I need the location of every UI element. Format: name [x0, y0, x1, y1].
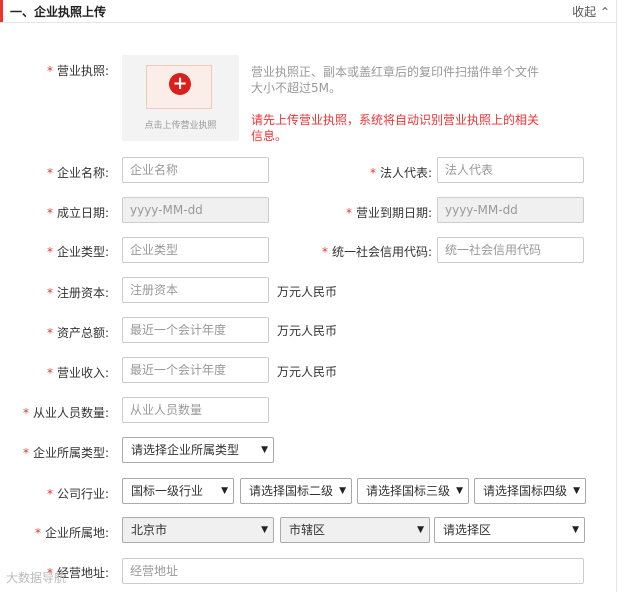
province-select[interactable]: 北京市 ▼: [122, 517, 274, 543]
district-select[interactable]: 请选择区 ▼: [434, 517, 585, 543]
license-label: * 营业执照:: [46, 64, 109, 78]
section-title: 一、企业执照上传: [10, 5, 107, 19]
dropdown-arrow-icon[interactable]: ▼: [456, 479, 463, 503]
dropdown-arrow-icon[interactable]: ▼: [261, 438, 268, 462]
revenue-unit: 万元人民币: [277, 365, 338, 379]
employees-input[interactable]: 从业人员数量: [122, 397, 269, 423]
license-upload[interactable]: + 点击上传营业执照: [122, 55, 239, 141]
industry-level3-select[interactable]: 请选择国标三级 ▼: [357, 478, 469, 504]
expire-date-input[interactable]: yyyy-MM-dd: [437, 197, 584, 223]
industry-level1-select[interactable]: 国标一级行业 ▼: [122, 478, 234, 504]
reg-capital-unit: 万元人民币: [277, 285, 338, 299]
dropdown-arrow-icon[interactable]: ▼: [339, 479, 346, 503]
industry-level4-value[interactable]: 请选择国标四级: [483, 484, 567, 498]
address-input[interactable]: 经营地址: [122, 558, 584, 584]
watermark-text: 大数据导航: [6, 571, 67, 585]
employees-label: * 从业人员数量:: [22, 406, 109, 420]
total-assets-input[interactable]: 最近一个会计年度: [122, 317, 269, 343]
dropdown-arrow-icon[interactable]: ▼: [221, 479, 228, 503]
industry-level3-value[interactable]: 请选择国标三级: [366, 484, 450, 498]
industry-level2-select[interactable]: 请选择国标二级 ▼: [240, 478, 352, 504]
section-accent-bar: [0, 0, 3, 22]
legal-rep-label: * 法人代表:: [369, 166, 432, 180]
enterprise-category-select[interactable]: 请选择企业所属类型 ▼: [122, 437, 274, 463]
company-type-input[interactable]: 企业类型: [122, 237, 269, 263]
credit-code-input[interactable]: 统一社会信用代码: [437, 237, 584, 263]
dropdown-arrow-icon[interactable]: ▼: [572, 518, 579, 542]
city-select[interactable]: 市辖区 ▼: [280, 517, 430, 543]
expire-date-label: * 营业到期日期:: [345, 206, 432, 220]
enterprise-category-label: * 企业所属类型:: [22, 446, 109, 460]
industry-label: * 公司行业:: [46, 487, 109, 501]
company-name-input[interactable]: 企业名称: [122, 157, 269, 183]
dropdown-arrow-icon[interactable]: ▼: [261, 518, 268, 542]
reg-capital-input[interactable]: 注册资本: [122, 277, 269, 303]
district-value[interactable]: 请选择区: [443, 523, 491, 537]
panel-border: [616, 0, 617, 592]
credit-code-label: * 统一社会信用代码:: [321, 245, 432, 259]
upload-warning: 请先上传营业执照，系统将自动识别营业执照上的相关信息。: [251, 113, 540, 143]
upload-tip: 营业执照正、副本或盖红章后的复印件扫描件单个文件大小不超过5M。: [251, 65, 540, 95]
industry-level1-value[interactable]: 国标一级行业: [131, 484, 203, 498]
found-date-input[interactable]: yyyy-MM-dd: [122, 197, 269, 223]
plus-icon[interactable]: +: [169, 73, 191, 95]
legal-rep-input[interactable]: 法人代表: [437, 157, 584, 183]
company-type-label: * 企业类型:: [46, 245, 109, 259]
dropdown-arrow-icon[interactable]: ▼: [417, 518, 424, 542]
chevron-up-icon[interactable]: ⌃: [600, 5, 610, 19]
revenue-label: * 营业收入:: [46, 366, 109, 380]
industry-level2-value[interactable]: 请选择国标二级: [249, 484, 333, 498]
total-assets-label: * 资产总额:: [46, 326, 109, 340]
city-value[interactable]: 市辖区: [289, 523, 325, 537]
revenue-input[interactable]: 最近一个会计年度: [122, 357, 269, 383]
section-header: 一、企业执照上传 收起 ⌃: [0, 0, 616, 23]
enterprise-category-value[interactable]: 请选择企业所属类型: [131, 443, 239, 457]
dropdown-arrow-icon[interactable]: ▼: [573, 479, 580, 503]
company-name-label: * 企业名称:: [46, 166, 109, 180]
industry-level4-select[interactable]: 请选择国标四级 ▼: [474, 478, 586, 504]
upload-text[interactable]: 点击上传营业执照: [122, 118, 239, 131]
reg-capital-label: * 注册资本:: [46, 286, 109, 300]
found-date-label: * 成立日期:: [46, 206, 109, 220]
collapse-label[interactable]: 收起: [572, 5, 596, 19]
location-label: * 企业所属地:: [34, 526, 109, 540]
collapse-toggle[interactable]: 收起 ⌃: [572, 3, 610, 20]
province-value[interactable]: 北京市: [131, 523, 167, 537]
total-assets-unit: 万元人民币: [277, 324, 338, 338]
